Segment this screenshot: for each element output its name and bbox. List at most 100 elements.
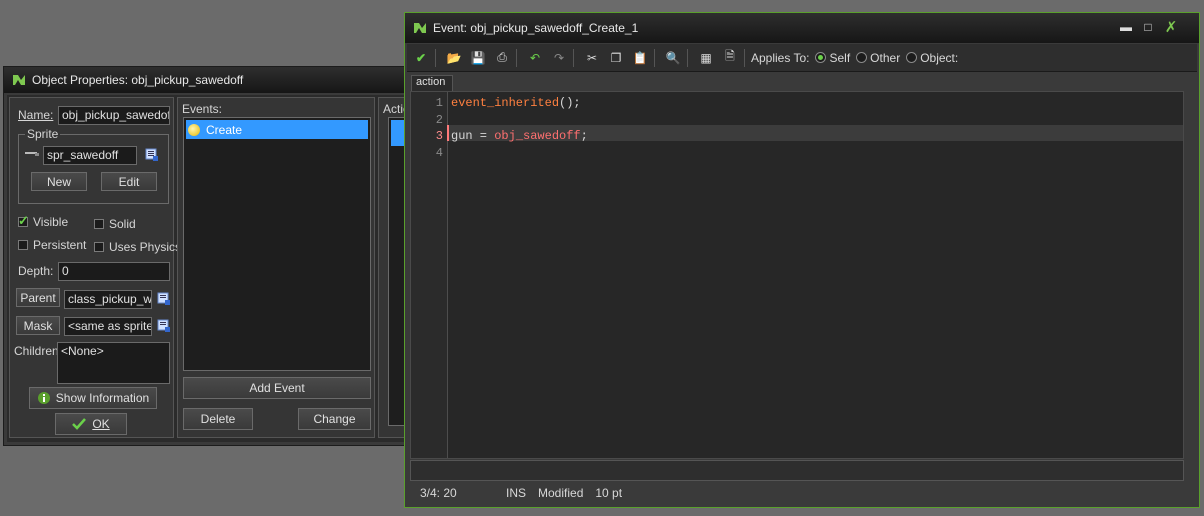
persistent-checkbox[interactable]: Persistent	[18, 238, 86, 252]
applies-to-self-radio[interactable]: Self	[815, 51, 850, 65]
mask-menu-icon[interactable]	[157, 319, 171, 333]
line-change-marker	[447, 125, 449, 141]
other-label: Other	[870, 50, 901, 65]
code-toolbar: ✔ 📂 💾 ⎙ ↶ ↷ ✂ ❐ 📋 🔍 ▦ 🗎 Applies To: Self…	[407, 44, 1197, 72]
show-information-button[interactable]: Show Information	[29, 387, 157, 409]
ok-button[interactable]: OK	[55, 413, 127, 435]
visible-checkbox[interactable]: Visible	[18, 213, 68, 229]
mask-button[interactable]: Mask	[16, 316, 60, 335]
name-label: Name:	[18, 108, 54, 122]
event-code-window: Event: obj_pickup_sawedoff_Create_1 ▬ □ …	[404, 12, 1200, 508]
paste-icon[interactable]: 📋	[630, 48, 650, 68]
checkbox-box	[94, 242, 104, 252]
applies-to-label: Applies To:	[751, 50, 810, 65]
events-label: Events:	[182, 102, 223, 116]
applies-to-object-radio[interactable]: Object:	[906, 51, 958, 65]
modified-status: Modified	[538, 486, 584, 500]
info-icon	[37, 392, 50, 404]
tab-action[interactable]: action	[411, 75, 453, 91]
gamemaker-logo-icon	[13, 75, 25, 85]
new-sprite-button[interactable]: New	[31, 172, 87, 191]
solid-label: Solid	[109, 217, 136, 231]
depth-input[interactable]: 0	[58, 262, 170, 281]
applies-to-other-radio[interactable]: Other	[856, 51, 900, 65]
minimize-icon[interactable]: ▬	[1117, 19, 1135, 35]
print-icon[interactable]: ⎙	[492, 48, 512, 68]
line-number-current: 3	[435, 129, 443, 143]
checkbox-box	[94, 219, 104, 229]
event-window-titlebar[interactable]: Event: obj_pickup_sawedoff_Create_1	[405, 13, 1199, 43]
cut-icon[interactable]: ✂	[582, 48, 602, 68]
code-object-ref: obj_sawedoff	[494, 129, 581, 143]
toolbar-separator	[687, 48, 688, 67]
code-text: gun =	[451, 129, 495, 143]
depth-label: Depth:	[18, 264, 54, 278]
children-list[interactable]: <None>	[57, 342, 170, 384]
radio-dot	[815, 52, 827, 63]
confirm-checkmark-icon[interactable]: ✔	[411, 48, 431, 68]
export-icon[interactable]: 🗎	[720, 48, 740, 68]
checkmark-icon	[72, 418, 87, 430]
sprite-group-label: Sprite	[25, 127, 61, 141]
edit-sprite-button[interactable]: Edit	[101, 172, 157, 191]
gamemaker-logo-icon	[414, 23, 426, 33]
code-text: ;	[580, 129, 588, 143]
redo-icon[interactable]: ↷	[549, 48, 569, 68]
parent-button[interactable]: Parent	[16, 288, 60, 307]
close-icon[interactable]: ✗	[1162, 19, 1180, 36]
event-item-label: Create	[206, 122, 243, 137]
code-text: ();	[559, 96, 581, 110]
uses-physics-checkbox[interactable]: Uses Physics	[94, 240, 181, 254]
search-icon[interactable]: 🔍	[663, 48, 683, 68]
object-window-body: Name: obj_pickup_sawedoff Sprite spr_saw…	[7, 95, 438, 442]
editor-statusbar: 3/4: 20 INS Modified 10 pt	[410, 483, 1196, 503]
copy-icon[interactable]: ❐	[606, 48, 626, 68]
object-window-titlebar[interactable]: Object Properties: obj_pickup_sawedoff	[4, 67, 432, 93]
parent-input[interactable]: class_pickup_wea	[64, 290, 152, 309]
mask-input[interactable]: <same as sprite>	[64, 317, 152, 336]
line-number-gutter: 1 2 3 4	[411, 92, 448, 458]
open-folder-icon[interactable]: 📂	[444, 48, 464, 68]
object-window-title: Object Properties: obj_pickup_sawedoff	[32, 73, 244, 87]
show-information-label: Show Information	[55, 391, 150, 405]
name-input[interactable]: obj_pickup_sawedoff	[58, 106, 170, 125]
shotgun-sprite-icon	[25, 152, 39, 156]
toolbar-separator	[516, 48, 517, 67]
object-settings-panel: Name: obj_pickup_sawedoff Sprite spr_saw…	[9, 97, 181, 438]
undo-icon[interactable]: ↶	[525, 48, 545, 68]
event-item-create[interactable]: Create	[186, 120, 368, 139]
radio-dot	[856, 52, 868, 63]
cursor-position: 3/4: 20	[420, 486, 457, 500]
save-icon[interactable]: 💾	[468, 48, 488, 68]
line-number: 4	[435, 146, 443, 160]
change-event-button[interactable]: Change	[298, 408, 371, 430]
parent-menu-icon[interactable]	[157, 292, 171, 306]
grid-icon[interactable]: ▦	[696, 48, 716, 68]
check-icon	[18, 213, 29, 229]
code-editor[interactable]: 1 2 3 4 event_inherited(); gun = obj_saw…	[410, 91, 1184, 459]
maximize-icon[interactable]: □	[1139, 19, 1157, 35]
code-function: event_inherited	[451, 96, 560, 110]
events-panel: Events: Create Add Event Delete Change	[177, 97, 375, 438]
checkbox-box	[18, 240, 28, 250]
sprite-group: Sprite spr_sawedoff New Edit	[18, 127, 169, 204]
editor-horizontal-scroll[interactable]	[410, 460, 1184, 481]
line-number: 2	[435, 113, 443, 127]
sprite-input[interactable]: spr_sawedoff	[43, 146, 137, 165]
solid-checkbox[interactable]: Solid	[94, 217, 136, 231]
font-size-status: 10 pt	[595, 486, 623, 500]
uses-physics-label: Uses Physics	[109, 240, 182, 254]
code-line-1: event_inherited();	[451, 96, 581, 110]
toolbar-separator	[435, 48, 436, 67]
persistent-label: Persistent	[33, 238, 87, 252]
editor-tabstrip: action	[409, 73, 1197, 91]
sprite-menu-icon[interactable]	[145, 148, 159, 162]
events-list[interactable]: Create	[183, 117, 371, 371]
create-event-icon	[188, 123, 200, 136]
code-line-3: gun = obj_sawedoff;	[451, 129, 588, 143]
delete-event-button[interactable]: Delete	[183, 408, 253, 430]
object-properties-window: Object Properties: obj_pickup_sawedoff N…	[3, 66, 438, 446]
radio-dot	[906, 52, 918, 63]
insert-mode: INS	[506, 486, 527, 500]
add-event-button[interactable]: Add Event	[183, 377, 371, 399]
